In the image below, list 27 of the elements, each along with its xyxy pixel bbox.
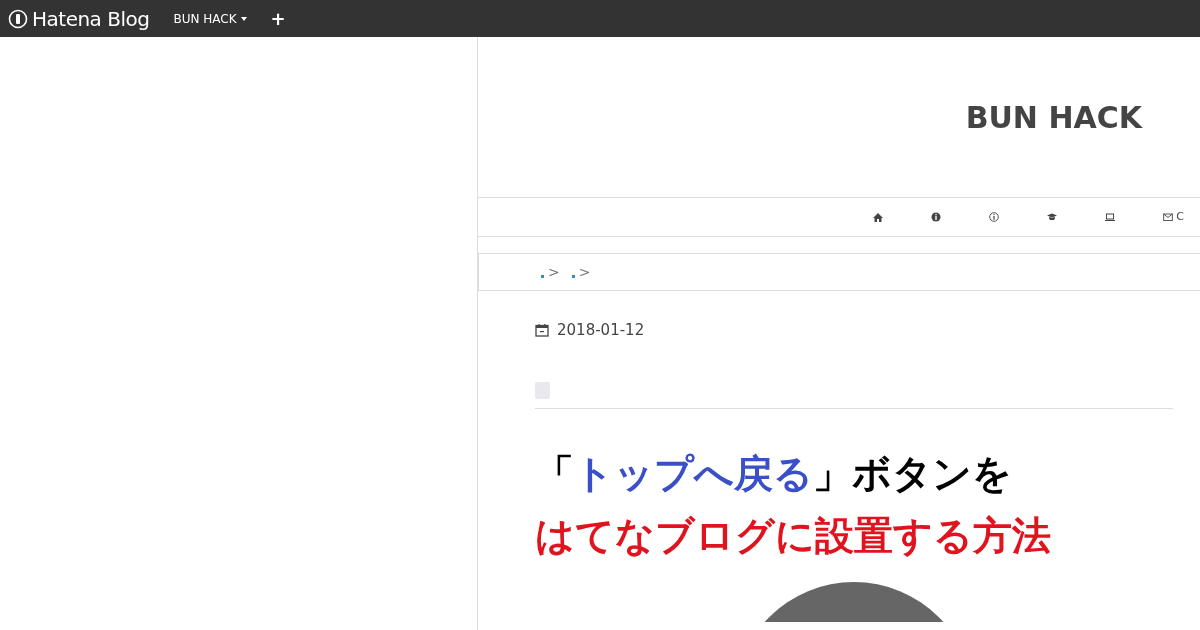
- info-icon: [931, 212, 942, 222]
- calendar-icon: [535, 323, 549, 338]
- home-icon: [873, 212, 884, 222]
- blog-menu[interactable]: BUN HACK: [173, 9, 247, 28]
- title-line: はてなブログに設置する方法: [535, 511, 1052, 560]
- breadcrumb-icon[interactable]: [571, 274, 575, 278]
- mail-icon: [1163, 212, 1174, 222]
- nav-link[interactable]: [1105, 212, 1116, 222]
- graduation-cap-icon: [1047, 212, 1058, 222]
- title-line: 「トップへ戻る」ボタンを: [535, 449, 1013, 498]
- entry-date: 2018-01-12: [557, 320, 645, 341]
- nav-link[interactable]: C: [1163, 208, 1184, 226]
- nav-link[interactable]: [989, 212, 1000, 222]
- caret-icon: [240, 16, 247, 21]
- laptop-icon: [1105, 212, 1116, 222]
- nav-link[interactable]: [873, 212, 884, 222]
- info-icon: [989, 212, 1000, 222]
- blog-title[interactable]: BUN HACK: [965, 94, 1142, 140]
- breadcrumb-separator: >: [548, 262, 560, 282]
- breadcrumb-separator: >: [578, 262, 591, 282]
- logo-icon: [8, 8, 28, 29]
- breadcrumb-icon[interactable]: [541, 274, 544, 278]
- add-button[interactable]: +: [270, 9, 286, 28]
- nav-link[interactable]: [931, 212, 942, 222]
- nav-link[interactable]: [1047, 212, 1058, 222]
- logo-link[interactable]: Hatena Blog: [8, 3, 150, 34]
- logo-text: Hatena Blog: [32, 5, 150, 33]
